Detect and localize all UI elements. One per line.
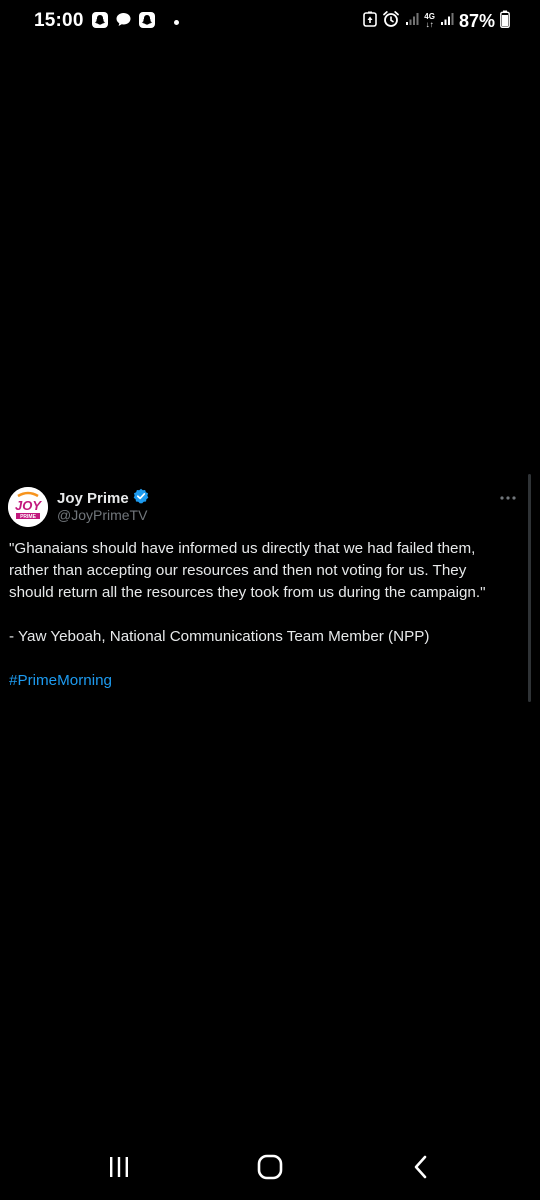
tweet-quote: "Ghanaians should have informed us direc…	[9, 540, 486, 601]
tweet-attribution: - Yaw Yeboah, National Communications Te…	[9, 628, 430, 645]
verified-badge-icon	[133, 488, 149, 509]
avatar-logo-subtext: PRIME	[20, 514, 37, 520]
network-activity-arrows: ↓↑	[425, 20, 434, 29]
back-button[interactable]	[401, 1155, 441, 1184]
recent-apps-button[interactable]	[99, 1156, 139, 1182]
snapchat-icon	[91, 11, 109, 34]
home-icon	[257, 1154, 283, 1185]
scrollbar[interactable]	[528, 474, 531, 702]
chat-bubble-icon	[115, 11, 132, 33]
status-time: 15:00	[34, 10, 84, 31]
signal-icon	[440, 12, 454, 31]
avatar-logo-text: JOY	[15, 498, 42, 513]
status-right: 4G ↓↑ 87%	[363, 10, 510, 32]
battery-icon	[500, 10, 510, 33]
author-handle[interactable]: @JoyPrimeTV	[57, 507, 147, 523]
signal-icon	[405, 12, 419, 31]
hashtag-link[interactable]: #PrimeMorning	[9, 672, 112, 689]
recent-apps-icon	[107, 1155, 131, 1184]
back-icon	[411, 1155, 431, 1184]
home-button[interactable]	[250, 1154, 290, 1185]
tweet-text: "Ghanaians should have informed us direc…	[9, 538, 514, 692]
battery-percent: 87%	[458, 10, 495, 31]
alarm-icon	[382, 10, 400, 33]
notification-icons	[91, 11, 179, 34]
author-name-row[interactable]: Joy Prime	[57, 488, 149, 509]
network-type-label: 4G ↓↑	[424, 13, 435, 29]
status-bar: 15:00 4G ↓↑ 87%	[0, 0, 540, 44]
avatar[interactable]: JOY PRIME	[8, 487, 48, 527]
navigation-bar	[0, 1140, 540, 1200]
snapchat-icon	[138, 11, 156, 34]
data-saver-icon	[363, 11, 378, 32]
more-notifications-dot	[174, 19, 179, 25]
author-display-name[interactable]: Joy Prime	[57, 490, 129, 507]
more-options-button[interactable]	[496, 488, 520, 506]
more-options-icon	[499, 488, 517, 506]
